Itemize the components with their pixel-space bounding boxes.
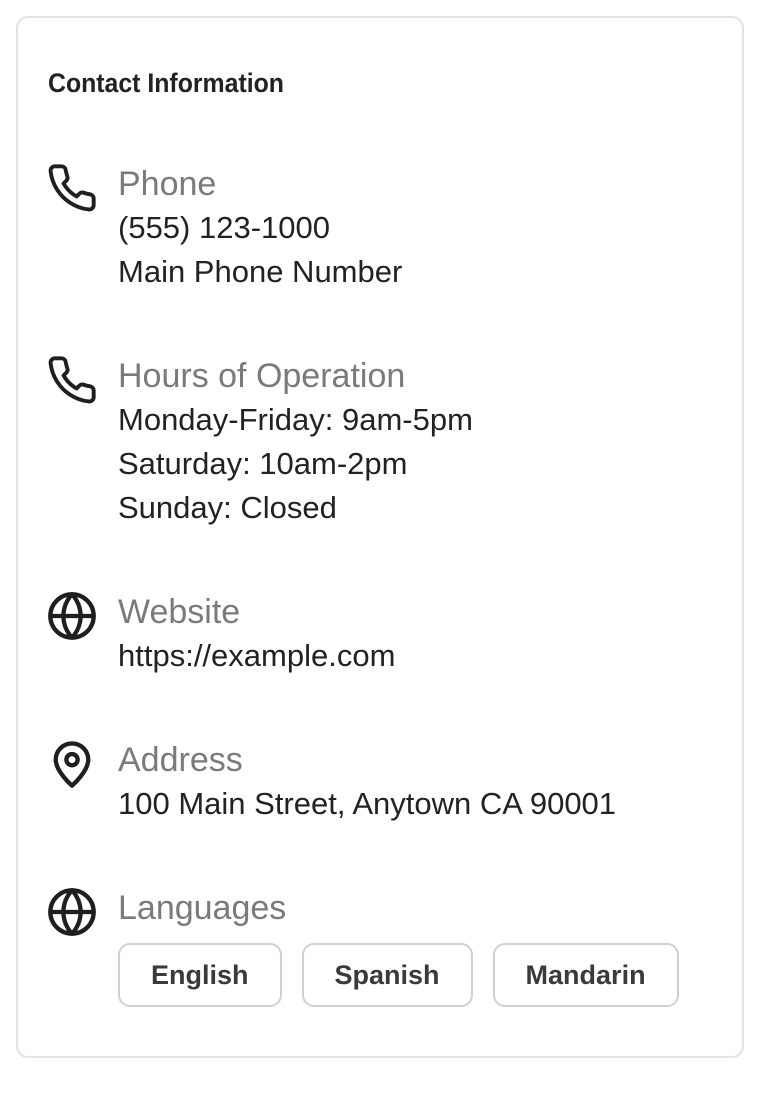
languages-label: Languages <box>118 889 287 927</box>
map-pin-icon <box>46 738 98 790</box>
card-title: Contact Information <box>48 68 284 98</box>
contact-information-card: Contact Information Phone (555) 123-1000… <box>16 16 744 1058</box>
hours-sunday: Sunday: Closed <box>118 490 337 525</box>
language-chip-english[interactable]: English <box>118 943 282 1007</box>
hours-label: Hours of Operation <box>118 357 406 395</box>
globe-icon <box>46 590 98 642</box>
phone-details: Phone (555) 123-1000 Main Phone Number <box>118 162 726 294</box>
globe-icon <box>46 886 98 938</box>
website-label: Website <box>118 593 241 631</box>
language-chip-mandarin[interactable]: Mandarin <box>492 943 679 1007</box>
hours-saturday: Saturday: 10am-2pm <box>118 446 408 481</box>
phone-description: Main Phone Number <box>118 254 403 289</box>
address-details: Address 100 Main Street, Anytown CA 9000… <box>118 738 726 826</box>
address-label: Address <box>118 741 243 779</box>
languages-details: Languages English Spanish Mandarin <box>118 886 726 1007</box>
website-details: Website https://example.com <box>118 590 726 678</box>
phone-label: Phone <box>118 165 217 203</box>
phone-number: (555) 123-1000 <box>118 210 330 245</box>
hours-weekdays: Monday-Friday: 9am-5pm <box>118 402 473 437</box>
hours-details: Hours of Operation Monday-Friday: 9am-5p… <box>118 354 726 530</box>
phone-icon <box>46 354 98 406</box>
language-chips: English Spanish Mandarin <box>118 943 726 1007</box>
phone-icon <box>46 162 98 214</box>
language-chip-spanish[interactable]: Spanish <box>301 943 473 1007</box>
website-link[interactable]: https://example.com <box>118 634 726 678</box>
address-text: 100 Main Street, Anytown CA 90001 <box>118 786 617 821</box>
